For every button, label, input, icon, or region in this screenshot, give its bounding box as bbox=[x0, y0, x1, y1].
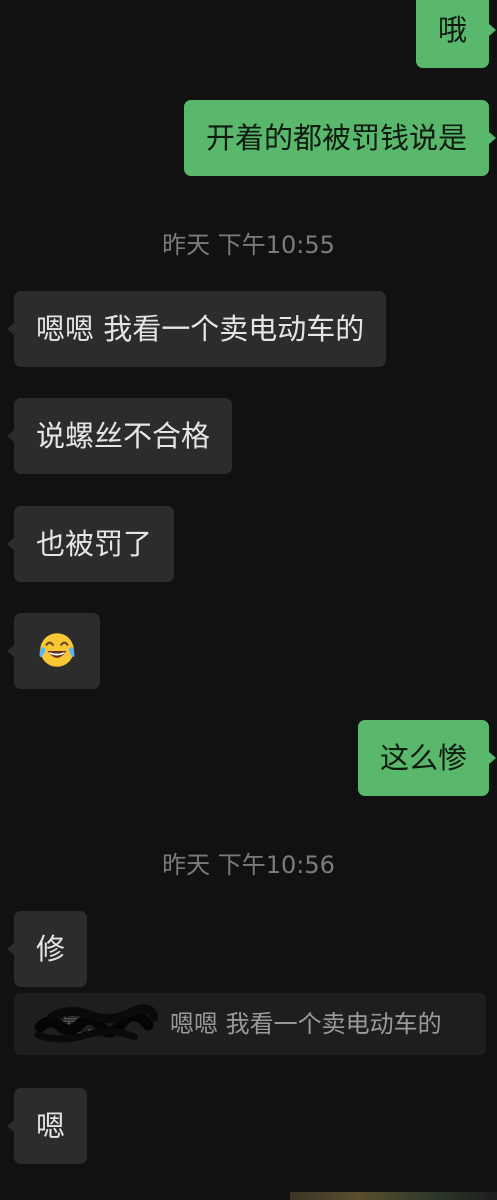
quote-text: 嗯嗯 我看一个卖电动车的 bbox=[170, 1010, 442, 1038]
message-bubble-incoming[interactable]: 说螺丝不合格 bbox=[6, 398, 233, 474]
message-bubble-incoming[interactable] bbox=[7, 613, 100, 689]
message-timestamp: 昨天 下午10:55 bbox=[162, 231, 335, 259]
message-bubble-outgoing[interactable]: 这么惨 bbox=[357, 720, 497, 796]
redaction-scribble-icon bbox=[34, 1004, 158, 1043]
message-bubble-outgoing[interactable]: 哦 bbox=[415, 0, 497, 68]
message-bubble-incoming[interactable]: 嗯嗯 我看一个卖电动车的 bbox=[6, 291, 387, 367]
quote-sender-redacted: 一曼： bbox=[30, 993, 158, 1055]
quoted-message[interactable]: 一曼： 嗯嗯 我看一个卖电动车的 bbox=[14, 993, 486, 1055]
message-bubble-incoming[interactable]: 也被罚了 bbox=[6, 506, 175, 582]
message-bubble-incoming[interactable]: 嗯 bbox=[6, 1088, 88, 1164]
partial-image-preview bbox=[290, 1192, 497, 1200]
face-with-tears-of-joy-icon bbox=[39, 633, 75, 667]
message-timestamp: 昨天 下午10:56 bbox=[162, 851, 335, 879]
chat-message-list[interactable]: 哦 开着的都被罚钱说是 昨天 下午10:55 嗯嗯 我看一个卖电动车的 说螺丝不… bbox=[0, 0, 497, 1200]
message-bubble-outgoing[interactable]: 开着的都被罚钱说是 bbox=[183, 100, 497, 176]
message-bubble-incoming[interactable]: 修 bbox=[6, 911, 88, 987]
